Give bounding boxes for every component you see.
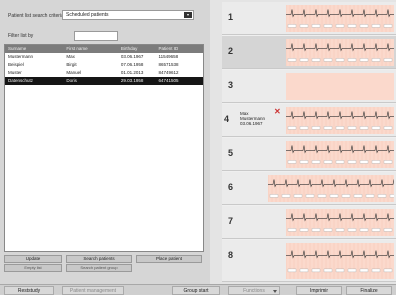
slot-patient-dob: 03.06.1967	[240, 121, 263, 126]
bed-slots-pane: 1 2 3 4 Max Mustermann 03.06.1967 ✕ 5 6	[222, 2, 396, 282]
cell-surname: Muster	[8, 70, 22, 75]
cell-patient-id: 64741505	[158, 78, 179, 83]
slot-number: 2	[228, 46, 234, 56]
group-start-button[interactable]: Group start	[172, 286, 220, 295]
ecg-trace-icon	[286, 107, 394, 134]
ecg-strip	[286, 141, 394, 168]
cell-birthday: 29.03.1958	[120, 78, 144, 83]
ecg-strip	[286, 107, 394, 134]
slot-7[interactable]: 7	[222, 206, 396, 239]
empty-list-button[interactable]: Empty list	[4, 264, 62, 272]
print-button[interactable]: Imprimir	[296, 286, 342, 295]
search-patient-group-button[interactable]: Search patient group	[66, 264, 132, 272]
col-surname[interactable]: Surname	[5, 45, 63, 53]
slot-6[interactable]: 6	[222, 172, 396, 205]
search-criteria-label: Patient list search criteria	[8, 13, 64, 19]
bottom-toolbar: Reststudy Patient management Group start…	[0, 284, 396, 295]
slot-number: 4	[224, 114, 230, 124]
slot-number: 8	[228, 250, 234, 260]
close-icon[interactable]: ✕	[274, 108, 282, 116]
functions-dropdown[interactable]: Functions	[228, 286, 280, 295]
cell-surname: Datenschutz	[8, 78, 34, 83]
chevron-down-icon[interactable]: ▾	[184, 12, 192, 18]
col-birthday[interactable]: Birthday	[119, 45, 157, 53]
ecg-trace-icon	[286, 5, 394, 32]
cell-surname: Beispiel	[8, 62, 24, 67]
cell-birthday: 07.06.1958	[120, 62, 144, 67]
slot-3[interactable]: 3	[222, 70, 396, 103]
cell-patient-id: 86571538	[158, 62, 179, 67]
ecg-strip-empty	[286, 73, 394, 100]
app-window: Patient list search criteria Scheduled p…	[0, 0, 396, 295]
cell-patient-id: 11549658	[158, 54, 179, 59]
slot-patient-info: Max Mustermann 03.06.1967	[240, 111, 265, 126]
patient-management-button[interactable]: Patient management	[62, 286, 124, 295]
cell-first-name: Manuel	[66, 70, 82, 75]
slot-4[interactable]: 4 Max Mustermann 03.06.1967 ✕	[222, 104, 396, 137]
ecg-trace-icon	[268, 175, 394, 202]
search-criteria-value: Scheduled patients	[66, 12, 109, 18]
table-row[interactable]: Beispiel Birgit 07.06.1958 86571538	[5, 61, 203, 69]
filter-label: Filter list by	[8, 33, 34, 39]
cell-patient-id: 84749612	[158, 70, 179, 75]
ecg-strip	[268, 175, 394, 202]
slot-8[interactable]: 8	[222, 240, 396, 282]
slot-number: 3	[228, 80, 234, 90]
slot-number: 5	[228, 148, 234, 158]
cell-first-name: Birgit	[66, 62, 77, 67]
patient-table: Surname First name Birthday Patient ID M…	[4, 44, 204, 252]
cell-first-name: Doris	[66, 78, 77, 83]
table-header: Surname First name Birthday Patient ID	[5, 45, 203, 53]
slot-number: 1	[228, 12, 234, 22]
slot-2[interactable]: 2	[222, 36, 396, 69]
ecg-strip	[286, 209, 394, 236]
reset-study-button[interactable]: Reststudy	[4, 286, 54, 295]
table-row[interactable]: Mustermann Max 03.06.1967 11549658	[5, 53, 203, 61]
cell-birthday: 01.01.2013	[120, 70, 144, 75]
ecg-trace-icon	[286, 243, 394, 279]
table-row-selected[interactable]: Datenschutz Doris 29.03.1958 64741505	[5, 77, 203, 85]
col-first-name[interactable]: First name	[63, 45, 118, 53]
slot-number: 7	[228, 216, 234, 226]
ecg-trace-icon	[286, 39, 394, 66]
cell-birthday: 03.06.1967	[120, 54, 144, 59]
ecg-strip	[286, 39, 394, 66]
ecg-strip	[286, 5, 394, 32]
place-patient-button[interactable]: Place patient	[136, 255, 202, 263]
search-patients-button[interactable]: Search patients	[66, 255, 132, 263]
filter-input[interactable]	[74, 31, 118, 41]
slot-1[interactable]: 1	[222, 2, 396, 35]
slot-number: 6	[228, 182, 234, 192]
ecg-strip	[286, 243, 394, 279]
slot-5[interactable]: 5	[222, 138, 396, 171]
ecg-trace-icon	[286, 141, 394, 168]
cell-first-name: Max	[66, 54, 75, 59]
cell-surname: Mustermann	[8, 54, 34, 59]
ecg-trace-icon	[286, 209, 394, 236]
search-criteria-select[interactable]: Scheduled patients ▾	[62, 10, 194, 20]
col-patient-id[interactable]: Patient ID	[156, 45, 203, 53]
finalize-button[interactable]: Finalize	[346, 286, 392, 295]
update-button[interactable]: Update	[4, 255, 62, 263]
patient-list-pane: Patient list search criteria Scheduled p…	[0, 0, 210, 284]
table-row[interactable]: Muster Manuel 01.01.2013 84749612	[5, 69, 203, 77]
